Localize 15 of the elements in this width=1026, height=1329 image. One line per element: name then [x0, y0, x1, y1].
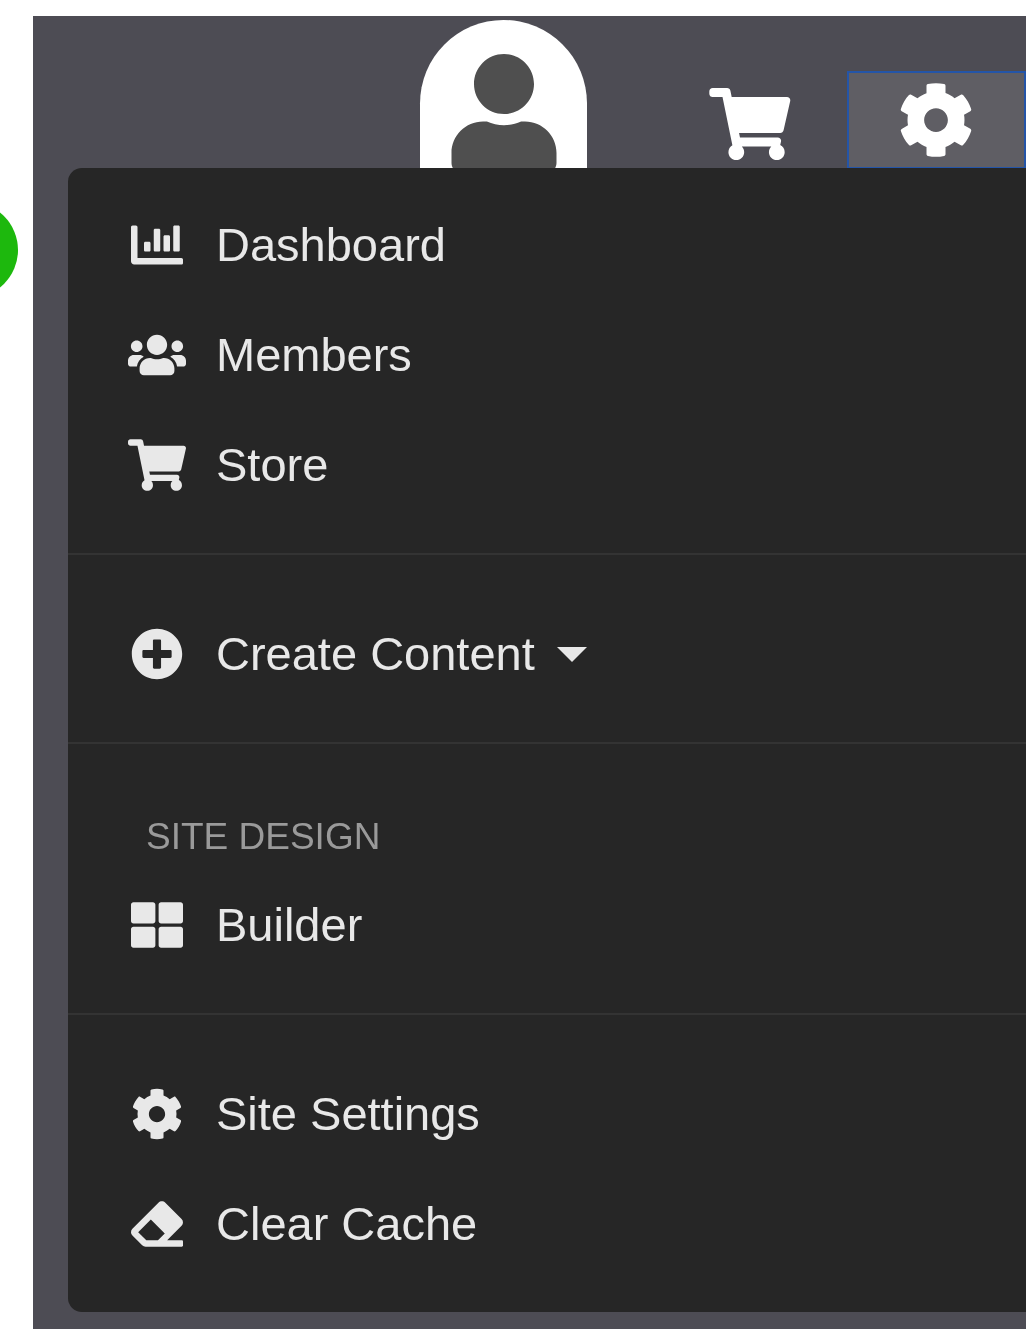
menu-item[interactable]: Clear Cache	[68, 1169, 484, 1279]
menu-item[interactable]: Members	[68, 300, 418, 410]
grid-icon	[128, 899, 186, 951]
settings-button[interactable]	[846, 71, 1026, 169]
section-header: SITE DESIGN	[146, 815, 381, 859]
menu-item[interactable]: Create Content	[68, 599, 593, 709]
caret-icon	[556, 646, 587, 662]
eraser-icon	[128, 1198, 186, 1250]
menu-item[interactable]: Dashboard	[68, 190, 452, 300]
menu-item[interactable]: Store	[68, 410, 335, 520]
menu-item[interactable]: Site Settings	[68, 1059, 486, 1169]
avatar[interactable]	[420, 20, 588, 168]
cart-icon[interactable]	[709, 88, 791, 160]
cart-icon	[128, 439, 186, 491]
menu-item[interactable]: Builder	[68, 870, 369, 980]
